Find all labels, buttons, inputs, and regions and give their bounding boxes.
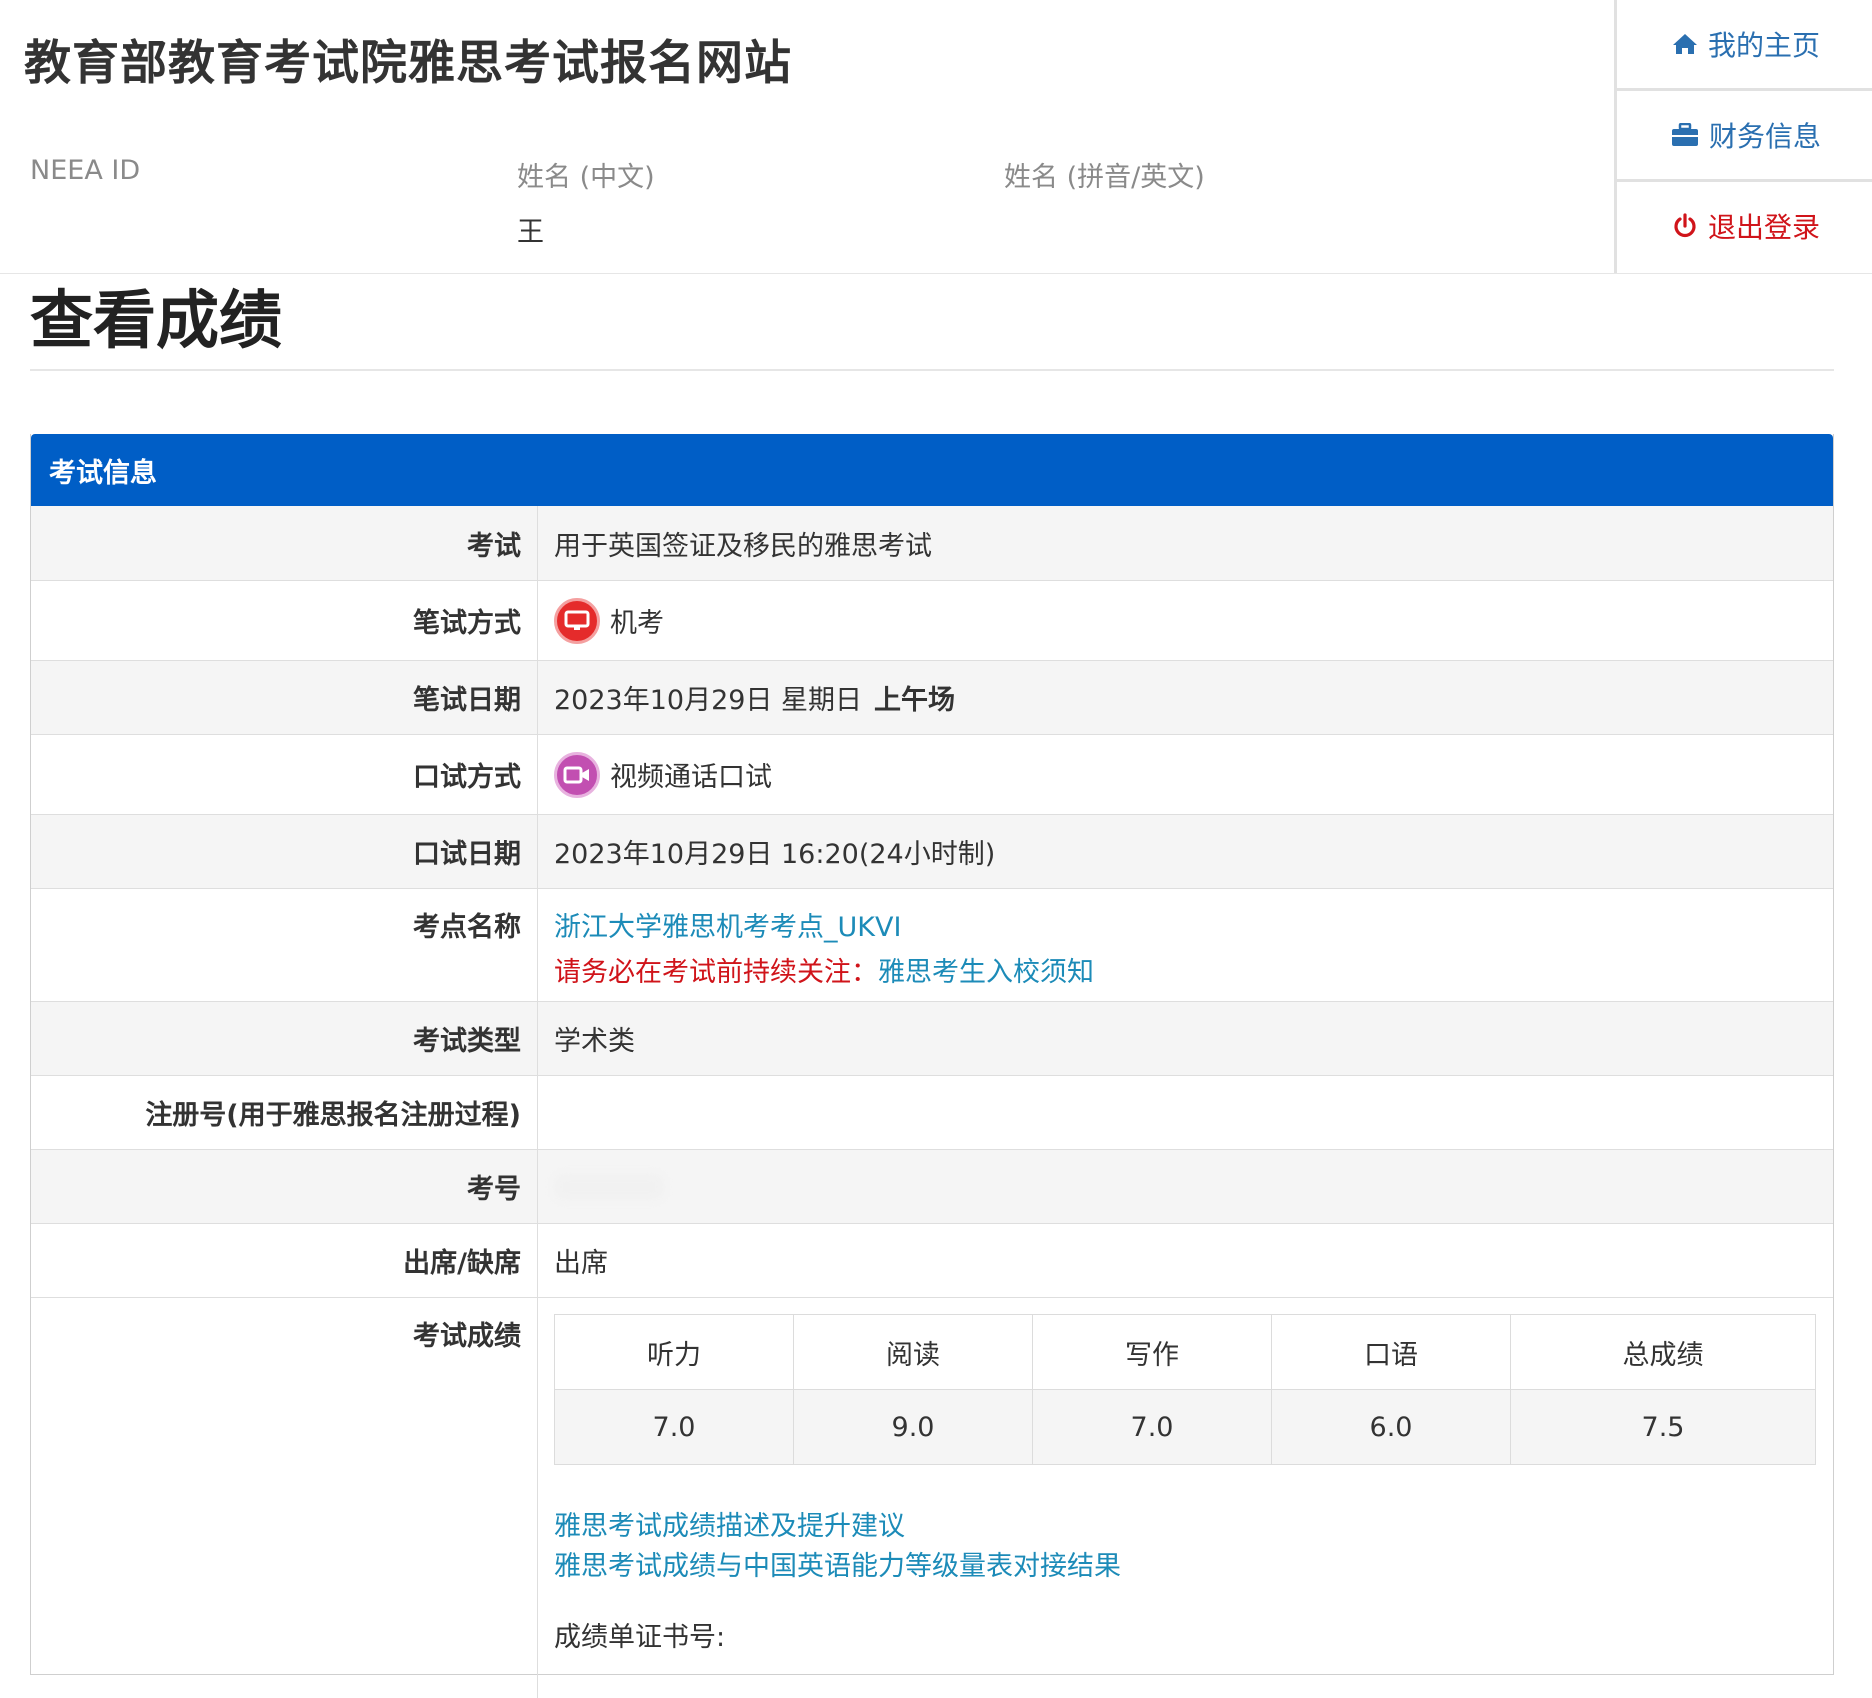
row-value: 用于英国签证及移民的雅思考试 (554, 530, 932, 562)
score-listening: 7.0 (554, 1389, 794, 1465)
name-cn-label: 姓名 (中文) (517, 162, 655, 193)
written-mode-text: 机考 (610, 608, 664, 639)
site-title: 教育部教育考试院雅思考试报名网站 (24, 36, 792, 91)
score-description-link[interactable]: 雅思考试成绩描述及提升建议 (554, 1511, 905, 1542)
score-writing: 7.0 (1032, 1389, 1272, 1465)
admission-notice-link[interactable]: 雅思考生入校须知 (878, 957, 1094, 988)
name-en-field: 姓名 (拼音/英文) (1004, 155, 1484, 194)
score-header-writing: 写作 (1032, 1314, 1272, 1390)
row-label: 考点名称 (31, 889, 538, 1001)
menu-finance-label: 财务信息 (1708, 120, 1821, 153)
neea-id-field: NEEA ID (30, 155, 510, 186)
certificate-label: 成绩单证书号: (554, 1622, 726, 1653)
menu-home-label: 我的主页 (1707, 29, 1820, 62)
menu-home[interactable]: 我的主页 (1617, 0, 1872, 91)
panel-header: 考试信息 (31, 434, 1833, 506)
row-speaking-mode: 口试方式 视频通话口试 (31, 735, 1833, 815)
row-label: 考试类型 (31, 1002, 538, 1075)
row-exam-type: 考试类型 学术类 (31, 1002, 1833, 1076)
row-label: 笔试日期 (31, 661, 538, 734)
title-divider (30, 369, 1834, 371)
row-value (538, 1150, 1833, 1223)
row-value: 2023年10月29日 16:20(24小时制) (554, 839, 996, 870)
row-value: 2023年10月29日 星期日 上午场 (538, 661, 1833, 734)
score-header-overall: 总成绩 (1510, 1314, 1816, 1390)
row-label: 考试 (31, 506, 538, 580)
score-header-reading: 阅读 (793, 1314, 1033, 1390)
row-value: 出席 (554, 1248, 608, 1279)
score-overall: 7.5 (1510, 1389, 1816, 1465)
redacted-value (554, 1173, 664, 1200)
row-label: 考号 (31, 1150, 538, 1223)
name-en-label: 姓名 (拼音/英文) (1004, 162, 1205, 193)
row-exam: 考试 用于英国签证及移民的雅思考试 (31, 506, 1833, 581)
row-value: 视频通话口试 (538, 735, 1833, 814)
video-camera-icon (554, 751, 600, 798)
neea-id-label: NEEA ID (30, 155, 141, 186)
row-label: 注册号(用于雅思报名注册过程) (31, 1076, 538, 1149)
venue-link[interactable]: 浙江大学雅思机考考点_UKVI (554, 912, 901, 943)
row-value: 浙江大学雅思机考考点_UKVI 请务必在考试前持续关注：雅思考生入校须知 (538, 889, 1833, 1001)
page-title: 查看成绩 (30, 284, 282, 357)
row-label: 出席/缺席 (31, 1224, 538, 1297)
session-text: 上午场 (874, 685, 956, 716)
score-table: 听力 阅读 写作 口语 总成绩 7.0 9.0 7.0 6.0 7.5 (554, 1314, 1816, 1465)
venue-notice: 请务必在考试前持续关注： (554, 957, 878, 988)
score-header-listening: 听力 (554, 1314, 794, 1390)
written-date-text: 2023年10月29日 星期日 (554, 685, 863, 716)
home-icon (1672, 32, 1698, 56)
score-header-speaking: 口语 (1271, 1314, 1511, 1390)
row-venue: 考点名称 浙江大学雅思机考考点_UKVI 请务必在考试前持续关注：雅思考生入校须… (31, 889, 1833, 1002)
exam-info-panel: 考试信息 考试 用于英国签证及移民的雅思考试 笔试方式 机考 笔试日期 2023… (30, 434, 1834, 1698)
score-reading: 9.0 (793, 1389, 1033, 1465)
row-value: 机考 (538, 581, 1833, 660)
menu-logout-label: 退出登录 (1707, 211, 1820, 244)
row-value: 学术类 (554, 1026, 635, 1057)
menu-logout[interactable]: 退出登录 (1617, 182, 1872, 270)
row-written-date: 笔试日期 2023年10月29日 星期日 上午场 (31, 661, 1833, 735)
row-value (538, 1076, 1833, 1149)
row-scores: 考试成绩 听力 阅读 写作 口语 总成绩 7.0 9.0 7.0 6.0 7.5 (31, 1298, 1833, 1698)
cse-mapping-link[interactable]: 雅思考试成绩与中国英语能力等级量表对接结果 (554, 1551, 1121, 1582)
score-value-row: 7.0 9.0 7.0 6.0 7.5 (554, 1389, 1816, 1465)
score-speaking: 6.0 (1271, 1389, 1511, 1465)
site-header: 教育部教育考试院雅思考试报名网站 NEEA ID 姓名 (中文) 王 姓名 (拼… (0, 0, 1872, 274)
speaking-mode-text: 视频通话口试 (610, 762, 772, 793)
certificate-number: 成绩单证书号: (554, 1615, 1833, 1654)
row-label: 口试方式 (31, 735, 538, 814)
row-label: 笔试方式 (31, 581, 538, 660)
row-written-mode: 笔试方式 机考 (31, 581, 1833, 661)
briefcase-icon (1671, 123, 1699, 147)
row-registration: 注册号(用于雅思报名注册过程) (31, 1076, 1833, 1150)
name-cn-field: 姓名 (中文) 王 (517, 155, 997, 249)
row-exam-no: 考号 (31, 1150, 1833, 1224)
row-attendance: 出席/缺席 出席 (31, 1224, 1833, 1298)
score-header-row: 听力 阅读 写作 口语 总成绩 (554, 1314, 1816, 1390)
row-value: 听力 阅读 写作 口语 总成绩 7.0 9.0 7.0 6.0 7.5 雅思考试… (538, 1298, 1833, 1698)
menu-finance[interactable]: 财务信息 (1617, 91, 1872, 182)
row-label: 口试日期 (31, 815, 538, 888)
row-speaking-date: 口试日期 2023年10月29日 16:20(24小时制) (31, 815, 1833, 889)
name-cn-value: 王 (517, 217, 544, 248)
monitor-icon (554, 597, 600, 644)
user-info: NEEA ID 姓名 (中文) 王 姓名 (拼音/英文) (30, 155, 1590, 248)
side-menu: 我的主页 财务信息 退出登录 (1614, 0, 1872, 273)
row-label: 考试成绩 (31, 1298, 538, 1698)
power-icon (1672, 213, 1698, 239)
